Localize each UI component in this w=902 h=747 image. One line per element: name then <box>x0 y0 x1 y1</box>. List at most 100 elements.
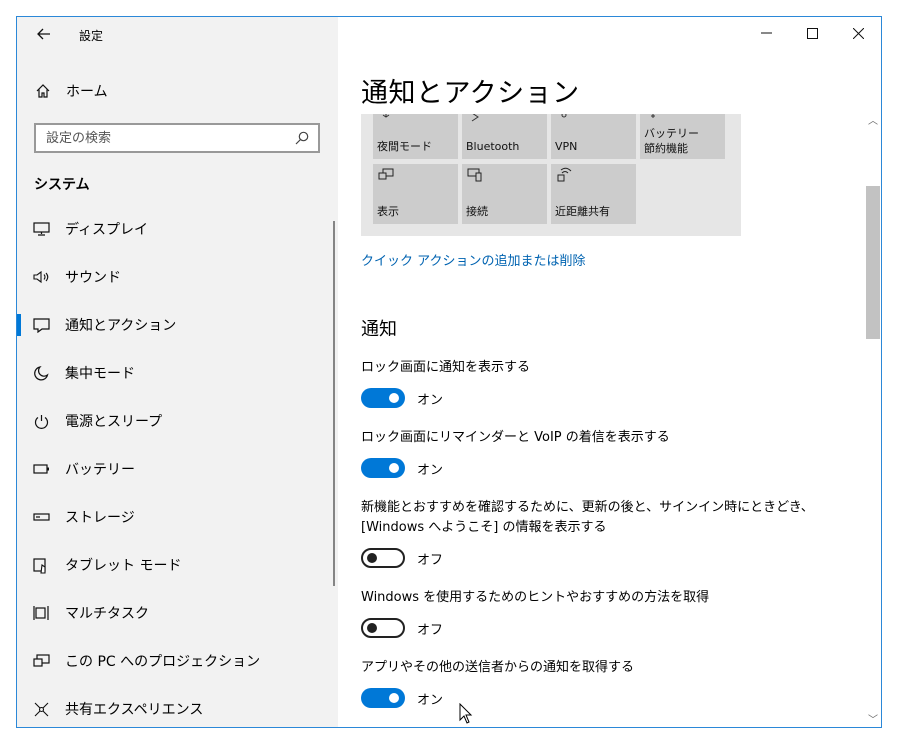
sidebar-scrollbar[interactable] <box>333 221 335 586</box>
page-title: 通知とアクション <box>361 78 580 109</box>
sidebar-item-label: タブレット モード <box>65 558 182 574</box>
toggle-switch[interactable] <box>361 548 405 568</box>
mouse-cursor-icon <box>459 703 473 724</box>
notifications-heading: 通知 <box>361 319 397 340</box>
quick-action-label: バッテリー 節約機能 <box>644 127 699 155</box>
quick-action-label: VPN <box>555 140 578 153</box>
tips-toggle[interactable]: オフ <box>361 618 443 638</box>
bluetooth-icon <box>471 114 479 122</box>
quick-action-nearby-share[interactable]: 近距離共有 <box>551 164 636 224</box>
setting-label: 新機能とおすすめを確認するために、更新の後と、サインイン時にときどき、 <box>361 500 814 515</box>
nearby-share-icon <box>557 167 572 182</box>
scroll-up-icon[interactable]: ︿ <box>865 114 881 130</box>
sidebar-item-multitask[interactable]: マルチタスク <box>17 589 338 637</box>
power-icon <box>33 413 50 430</box>
sidebar-item-storage[interactable]: ストレージ <box>17 493 338 541</box>
sidebar-item-sound[interactable]: サウンド <box>17 253 338 301</box>
maximize-button[interactable] <box>789 17 835 49</box>
storage-icon <box>33 509 50 526</box>
sidebar-item-projection[interactable]: この PC へのプロジェクション <box>17 637 338 685</box>
setting-label: アプリやその他の送信者からの通知を取得する <box>361 660 635 675</box>
setting-label: ロック画面に通知を表示する <box>361 360 531 375</box>
quick-action-label: 表示 <box>377 205 399 218</box>
sidebar: 設定 ホーム システム ディスプレイ サウンド 通知とアクション <box>17 17 338 727</box>
sidebar-item-display[interactable]: ディスプレイ <box>17 205 338 253</box>
toggle-switch[interactable] <box>361 458 405 478</box>
quick-action-project[interactable]: 表示 <box>373 164 458 224</box>
settings-search[interactable] <box>34 123 320 153</box>
moon-icon <box>33 365 50 382</box>
quick-action-label: Bluetooth <box>466 140 520 153</box>
sidebar-item-battery[interactable]: バッテリー <box>17 445 338 493</box>
sidebar-item-notifications[interactable]: 通知とアクション <box>17 301 338 349</box>
project-icon <box>378 168 394 180</box>
toggle-state: オフ <box>417 552 444 568</box>
welcome-experience-toggle[interactable]: オフ <box>361 548 443 568</box>
close-button[interactable] <box>835 17 881 49</box>
sidebar-nav: ディスプレイ サウンド 通知とアクション 集中モード 電源とスリープ バッテリー <box>17 205 338 727</box>
home-icon <box>36 84 50 98</box>
toggle-switch[interactable] <box>361 688 405 708</box>
quick-action-label: 夜間モード <box>377 140 432 153</box>
toggle-state: オン <box>417 462 444 478</box>
sidebar-item-label: 通知とアクション <box>65 318 177 334</box>
scroll-thumb[interactable] <box>866 186 880 339</box>
tablet-icon <box>33 557 50 574</box>
setting-label: ロック画面にリマインダーと VoIP の着信を表示する <box>361 430 670 445</box>
sidebar-item-label: この PC へのプロジェクション <box>65 654 261 670</box>
quick-action-battery-saver[interactable]: バッテリー 節約機能 <box>640 114 725 159</box>
sidebar-item-shared-experiences[interactable]: 共有エクスペリエンス <box>17 685 338 727</box>
brightness-icon <box>382 114 390 118</box>
home-label: ホーム <box>66 84 108 100</box>
search-input[interactable] <box>44 129 294 147</box>
connect-icon <box>467 168 482 182</box>
quick-action-label: 接続 <box>466 205 488 218</box>
toggle-state: オン <box>417 392 444 408</box>
multitask-icon <box>33 605 50 622</box>
quick-action-connect[interactable]: 接続 <box>462 164 547 224</box>
quick-action-label: 近距離共有 <box>555 205 610 218</box>
quick-action-vpn[interactable]: VPN <box>551 114 636 159</box>
quick-actions-grid: 夜間モード Bluetooth VPN バッテリー 節約機能 表示 接続 近距離… <box>361 114 741 236</box>
setting-label: Windows を使用するためのヒントやおすすめの方法を取得 <box>361 590 710 605</box>
battery-icon <box>33 461 50 478</box>
quick-action-bluetooth[interactable]: Bluetooth <box>462 114 547 159</box>
sidebar-item-power[interactable]: 電源とスリープ <box>17 397 338 445</box>
section-title: システム <box>34 177 90 193</box>
speaker-icon <box>33 269 50 286</box>
vpn-icon <box>561 114 567 118</box>
search-icon[interactable] <box>294 130 310 146</box>
reminders-voip-toggle[interactable]: オン <box>361 458 443 478</box>
toggle-state: オフ <box>417 622 444 638</box>
close-icon <box>852 27 864 39</box>
toggle-switch[interactable] <box>361 618 405 638</box>
quick-action-night-light[interactable]: 夜間モード <box>373 114 458 159</box>
home-button[interactable]: ホーム <box>35 79 108 103</box>
back-arrow-icon[interactable] <box>32 25 56 45</box>
notification-icon <box>33 317 50 334</box>
toggle-switch[interactable] <box>361 388 405 408</box>
main-scrollbar[interactable]: ︿ ﹀ <box>865 114 881 727</box>
sidebar-item-tablet[interactable]: タブレット モード <box>17 541 338 589</box>
sidebar-item-label: サウンド <box>65 270 121 286</box>
edit-quick-actions-link[interactable]: クイック アクションの追加または削除 <box>361 250 585 269</box>
minimize-button[interactable] <box>743 17 789 49</box>
main-pane: 通知とアクション 夜間モード Bluetooth VPN バッテリー 節約機能 … <box>338 17 881 727</box>
sidebar-item-label: マルチタスク <box>65 606 149 622</box>
share-icon <box>33 701 50 718</box>
sidebar-item-label: ディスプレイ <box>65 222 149 238</box>
sidebar-item-label: バッテリー <box>65 462 135 478</box>
display-icon <box>33 221 50 238</box>
sidebar-item-label: 電源とスリープ <box>65 414 163 430</box>
scroll-down-icon[interactable]: ﹀ <box>865 713 881 727</box>
app-title: 設定 <box>79 29 104 43</box>
sidebar-item-focus[interactable]: 集中モード <box>17 349 338 397</box>
projection-icon <box>33 653 50 670</box>
sidebar-item-label: 集中モード <box>65 366 135 382</box>
settings-window: 設定 ホーム システム ディスプレイ サウンド 通知とアクション <box>16 16 882 728</box>
setting-label-line2: [Windows へようこそ] の情報を表示する <box>361 520 607 535</box>
lock-screen-notifications-toggle[interactable]: オン <box>361 388 443 408</box>
sidebar-item-label: ストレージ <box>65 510 135 526</box>
toggle-state: オン <box>417 692 444 708</box>
app-notifications-toggle[interactable]: オン <box>361 688 443 708</box>
